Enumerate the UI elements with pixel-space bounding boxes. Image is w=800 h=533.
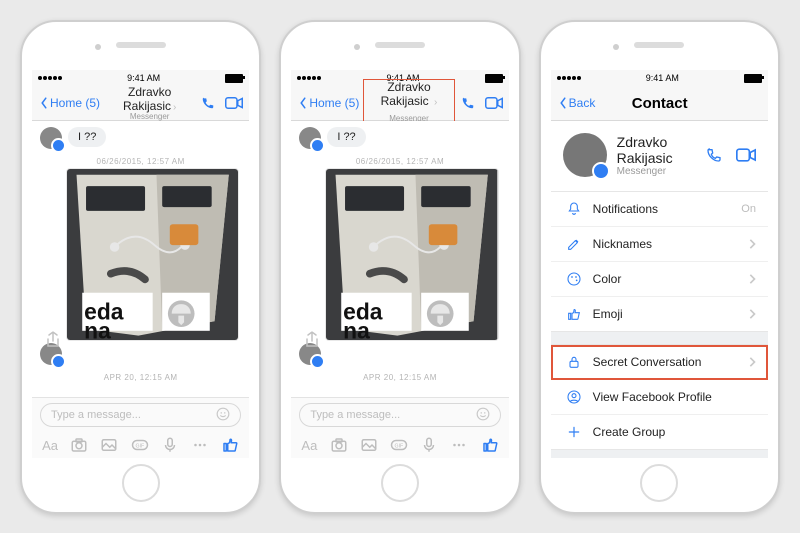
- nav-bar: Home (5) Zdravko Rakijasic › Messenger: [291, 86, 508, 121]
- share-icon[interactable]: [305, 331, 319, 352]
- avatar[interactable]: [563, 133, 607, 177]
- camera-icon[interactable]: [330, 436, 348, 454]
- timestamp: APR 20, 12:15 AM: [291, 373, 508, 382]
- home-button[interactable]: [122, 464, 160, 502]
- photo-attachment[interactable]: eda na: [325, 168, 498, 341]
- nav-title[interactable]: Zdravko Rakijasic› Messenger: [104, 85, 195, 121]
- camera-icon[interactable]: [70, 436, 88, 454]
- home-button[interactable]: [640, 464, 678, 502]
- row-color[interactable]: Color: [551, 262, 768, 297]
- messenger-badge-icon: [592, 162, 610, 180]
- row-secret-conversation-highlighted[interactable]: Secret Conversation: [551, 345, 768, 380]
- timestamp: 06/26/2015, 12:57 AM: [291, 157, 508, 166]
- svg-text:GIF: GIF: [394, 443, 403, 449]
- timestamp: 06/26/2015, 12:57 AM: [32, 157, 249, 166]
- voice-icon[interactable]: [420, 436, 438, 454]
- call-icon[interactable]: [199, 96, 217, 110]
- nav-title-highlighted[interactable]: Zdravko Rakijasic › Messenger: [363, 79, 454, 127]
- phone-2: 9:41 AM Home (5) Zdravko Rakijasic › Mes…: [279, 20, 520, 514]
- messenger-badge-icon: [51, 138, 66, 153]
- chevron-left-icon: [557, 97, 569, 109]
- back-button[interactable]: Home (5): [38, 96, 100, 110]
- svg-text:na: na: [84, 317, 111, 340]
- timestamp: APR 20, 12:15 AM: [32, 373, 249, 382]
- gif-icon[interactable]: GIF: [390, 436, 408, 454]
- like-icon[interactable]: [221, 436, 239, 454]
- composer: Type a message... Aa GIF: [291, 397, 508, 458]
- bell-icon: [563, 201, 585, 217]
- contact-name: Zdravko Rakijasic: [617, 134, 694, 166]
- video-call-icon[interactable]: [736, 147, 756, 163]
- back-button[interactable]: Back: [557, 96, 596, 110]
- chevron-left-icon: [297, 97, 309, 109]
- status-bar: 9:41 AM: [551, 70, 768, 86]
- status-bar: 9:41 AM: [32, 70, 249, 86]
- text-format-button[interactable]: Aa: [42, 438, 58, 453]
- svg-text:na: na: [343, 317, 370, 340]
- video-call-icon[interactable]: [225, 96, 243, 110]
- nav-bar: Home (5) Zdravko Rakijasic› Messenger: [32, 86, 249, 121]
- contact-subtitle: Messenger: [617, 166, 694, 177]
- chevron-right-icon: [748, 239, 756, 249]
- contact-profile: Zdravko Rakijasic Messenger: [551, 121, 768, 191]
- status-time: 9:41 AM: [646, 73, 679, 83]
- message-row: I ??: [32, 121, 249, 155]
- pencil-icon: [563, 236, 585, 252]
- message-row: I ??: [291, 121, 508, 155]
- gif-icon[interactable]: GIF: [131, 436, 149, 454]
- message-bubble[interactable]: I ??: [68, 127, 106, 147]
- photos-icon[interactable]: [360, 436, 378, 454]
- plus-icon: [563, 424, 585, 440]
- photos-icon[interactable]: [100, 436, 118, 454]
- like-icon: [563, 306, 585, 322]
- photo-attachment[interactable]: eda na: [66, 168, 239, 341]
- message-input[interactable]: Type a message...: [40, 403, 241, 427]
- row-view-profile[interactable]: View Facebook Profile: [551, 380, 768, 415]
- share-icon[interactable]: [46, 331, 60, 352]
- status-time: 9:41 AM: [127, 73, 160, 83]
- text-format-button[interactable]: Aa: [301, 438, 317, 453]
- back-label: Home (5): [50, 96, 100, 110]
- more-icon[interactable]: [191, 436, 209, 454]
- call-icon[interactable]: [459, 96, 477, 110]
- row-notifications[interactable]: Notifications On: [551, 192, 768, 227]
- person-circle-icon: [563, 389, 585, 405]
- svg-text:GIF: GIF: [135, 443, 144, 449]
- chevron-right-icon: [748, 357, 756, 367]
- video-call-icon[interactable]: [485, 96, 503, 110]
- chevron-right-icon: [748, 309, 756, 319]
- voice-icon[interactable]: [161, 436, 179, 454]
- message-bubble[interactable]: I ??: [327, 127, 365, 147]
- phone-1: 9:41 AM Home (5) Zdravko Rakijasic› Mess…: [20, 20, 261, 514]
- chevron-left-icon: [38, 97, 50, 109]
- message-input[interactable]: Type a message...: [299, 403, 500, 427]
- row-create-group[interactable]: Create Group: [551, 415, 768, 449]
- avatar[interactable]: [299, 127, 321, 149]
- message-placeholder: Type a message...: [51, 409, 141, 421]
- row-nicknames[interactable]: Nicknames: [551, 227, 768, 262]
- phone-3: 9:41 AM Back Contact Zdravko Rakijasic M…: [539, 20, 780, 514]
- back-label: Home (5): [309, 96, 359, 110]
- nav-bar: Back Contact: [551, 86, 768, 121]
- lock-icon: [563, 354, 585, 370]
- messenger-badge-icon: [51, 354, 66, 369]
- home-button[interactable]: [381, 464, 419, 502]
- nav-title: Contact: [599, 95, 720, 112]
- row-emoji[interactable]: Emoji: [551, 297, 768, 331]
- more-icon[interactable]: [450, 436, 468, 454]
- emoji-button[interactable]: [216, 407, 230, 424]
- back-button[interactable]: Home (5): [297, 96, 359, 110]
- avatar[interactable]: [40, 127, 62, 149]
- composer: Type a message... Aa GIF: [32, 397, 249, 458]
- chevron-right-icon: [748, 274, 756, 284]
- like-icon[interactable]: [481, 436, 499, 454]
- call-icon[interactable]: [704, 147, 724, 163]
- emoji-button[interactable]: [476, 407, 490, 424]
- palette-icon: [563, 271, 585, 287]
